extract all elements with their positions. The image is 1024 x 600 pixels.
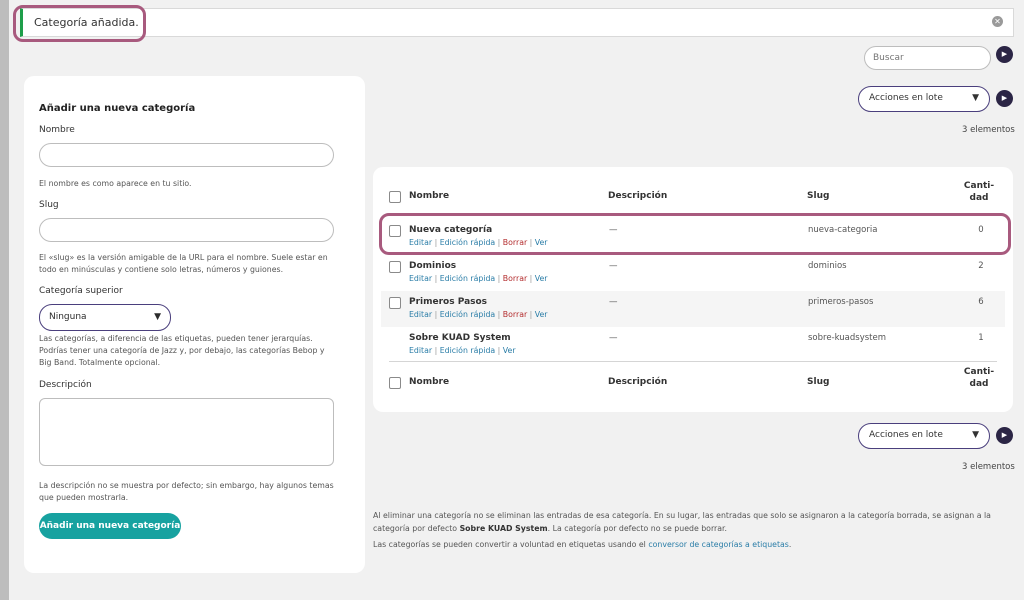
- footer-column-count[interactable]: Canti- dad: [959, 366, 999, 390]
- search-input[interactable]: [864, 46, 991, 70]
- description-label: Descripción: [39, 380, 92, 390]
- default-category-name: Sobre KUAD System: [459, 524, 548, 533]
- view-link[interactable]: Ver: [535, 274, 548, 283]
- search-submit-button[interactable]: ▶: [996, 46, 1013, 63]
- column-count-line1: Canti-: [963, 181, 995, 191]
- bulk-actions-label: Acciones en lote: [869, 93, 943, 103]
- name-label: Nombre: [39, 125, 75, 135]
- slug-input[interactable]: [39, 218, 334, 242]
- edit-link[interactable]: Editar: [409, 346, 432, 355]
- footer-count-line1: Canti-: [963, 367, 995, 377]
- note-line2-a: Las categorías se pueden convertir a vol…: [373, 540, 649, 549]
- row-checkbox[interactable]: [389, 297, 401, 309]
- item-count-top: 3 elementos: [962, 125, 1015, 135]
- row-slug: dominios: [808, 261, 847, 271]
- chevron-down-icon: ▼: [154, 312, 161, 322]
- delete-note: Al eliminar una categoría no se eliminan…: [373, 509, 1013, 535]
- parent-select-value: Ninguna: [49, 312, 87, 322]
- row-description: —: [609, 225, 618, 235]
- footer-count-line2: dad: [969, 379, 989, 389]
- view-link[interactable]: Ver: [535, 310, 548, 319]
- row-name-link[interactable]: Dominios: [409, 261, 456, 271]
- converter-link[interactable]: conversor de categorías a etiquetas: [648, 540, 789, 549]
- bulk-actions-bottom[interactable]: Acciones en lote ▼: [858, 423, 990, 449]
- description-hint: La descripción no se muestra por defecto…: [39, 481, 334, 502]
- row-slug: primeros-pasos: [808, 297, 874, 307]
- quick-edit-link[interactable]: Edición rápida: [440, 238, 496, 247]
- footer-column-slug[interactable]: Slug: [807, 377, 829, 387]
- row-count[interactable]: 2: [971, 261, 991, 271]
- convert-note: Las categorías se pueden convertir a vol…: [373, 538, 1013, 551]
- column-description: Descripción: [608, 191, 668, 201]
- edit-link[interactable]: Editar: [409, 310, 432, 319]
- description-textarea[interactable]: [39, 398, 334, 466]
- select-all-checkbox-footer[interactable]: [389, 377, 401, 389]
- footer-column-description: Descripción: [608, 377, 668, 387]
- parent-select[interactable]: Ninguna ▼: [39, 304, 171, 331]
- row-actions: Editar | Edición rápida | Borrar | Ver: [409, 274, 548, 283]
- chevron-down-icon: ▼: [972, 430, 979, 440]
- row-count[interactable]: 1: [971, 333, 991, 343]
- sidebar-edge: [0, 0, 9, 600]
- row-name-link[interactable]: Nueva categoría: [409, 225, 492, 235]
- row-actions: Editar | Edición rápida | Ver: [409, 346, 516, 355]
- chevron-down-icon: ▼: [972, 93, 979, 103]
- row-name-link[interactable]: Primeros Pasos: [409, 297, 487, 307]
- row-checkbox[interactable]: [389, 261, 401, 273]
- name-input[interactable]: [39, 143, 334, 167]
- table-row: Nueva categoría Editar | Edición rápida …: [381, 219, 1005, 255]
- form-heading: Añadir una nueva categoría: [39, 103, 196, 114]
- row-actions: Editar | Edición rápida | Borrar | Ver: [409, 310, 548, 319]
- quick-edit-link[interactable]: Edición rápida: [440, 274, 496, 283]
- edit-link[interactable]: Editar: [409, 274, 432, 283]
- delete-link[interactable]: Borrar: [503, 310, 527, 319]
- column-slug[interactable]: Slug: [807, 191, 829, 201]
- table-row: Dominios Editar | Edición rápida | Borra…: [381, 255, 1005, 291]
- slug-hint: El «slug» es la versión amigable de la U…: [39, 253, 328, 274]
- notice-text: Categoría añadida.: [34, 16, 139, 29]
- table-row: Sobre KUAD System Editar | Edición rápid…: [381, 327, 1005, 363]
- column-count[interactable]: Canti- dad: [959, 180, 999, 204]
- footer-column-name[interactable]: Nombre: [409, 377, 449, 387]
- table-divider: [389, 361, 997, 362]
- add-category-panel: Añadir una nueva categoría Nombre El nom…: [24, 76, 365, 573]
- column-name[interactable]: Nombre: [409, 191, 449, 201]
- table-row: Primeros Pasos Editar | Edición rápida |…: [381, 291, 1005, 327]
- row-count[interactable]: 0: [971, 225, 991, 235]
- add-category-button[interactable]: Añadir una nueva categoría: [39, 513, 181, 539]
- parent-label: Categoría superior: [39, 286, 123, 296]
- name-hint: El nombre es como aparece en tu sitio.: [39, 179, 192, 188]
- view-link[interactable]: Ver: [535, 238, 548, 247]
- quick-edit-link[interactable]: Edición rápida: [440, 346, 496, 355]
- quick-edit-link[interactable]: Edición rápida: [440, 310, 496, 319]
- row-slug: nueva-categoria: [808, 225, 878, 235]
- view-link[interactable]: Ver: [503, 346, 516, 355]
- delete-link[interactable]: Borrar: [503, 238, 527, 247]
- row-description: —: [609, 261, 618, 271]
- row-actions: Editar | Edición rápida | Borrar | Ver: [409, 238, 548, 247]
- slug-label: Slug: [39, 200, 59, 210]
- success-notice: Categoría añadida. ✕: [20, 8, 1014, 37]
- row-description: —: [609, 333, 618, 343]
- dismiss-icon[interactable]: ✕: [992, 16, 1003, 27]
- column-count-line2: dad: [969, 193, 989, 203]
- row-slug: sobre-kuadsystem: [808, 333, 887, 343]
- parent-hint: Las categorías, a diferencia de las etiq…: [39, 334, 325, 367]
- row-count[interactable]: 6: [971, 297, 991, 307]
- bulk-apply-bottom-button[interactable]: ▶: [996, 427, 1013, 444]
- note-line2-b: .: [788, 540, 792, 549]
- row-name-link[interactable]: Sobre KUAD System: [409, 333, 511, 343]
- categories-table: Nombre Descripción Slug Canti- dad Nueva…: [373, 167, 1013, 412]
- item-count-bottom: 3 elementos: [962, 462, 1015, 472]
- row-checkbox[interactable]: [389, 225, 401, 237]
- row-description: —: [609, 297, 618, 307]
- delete-link[interactable]: Borrar: [503, 274, 527, 283]
- note-line1-b: . La categoría por defecto no se puede b…: [547, 524, 727, 533]
- select-all-checkbox[interactable]: [389, 191, 401, 203]
- bulk-apply-top-button[interactable]: ▶: [996, 90, 1013, 107]
- bulk-actions-label: Acciones en lote: [869, 430, 943, 440]
- bulk-actions-top[interactable]: Acciones en lote ▼: [858, 86, 990, 112]
- edit-link[interactable]: Editar: [409, 238, 432, 247]
